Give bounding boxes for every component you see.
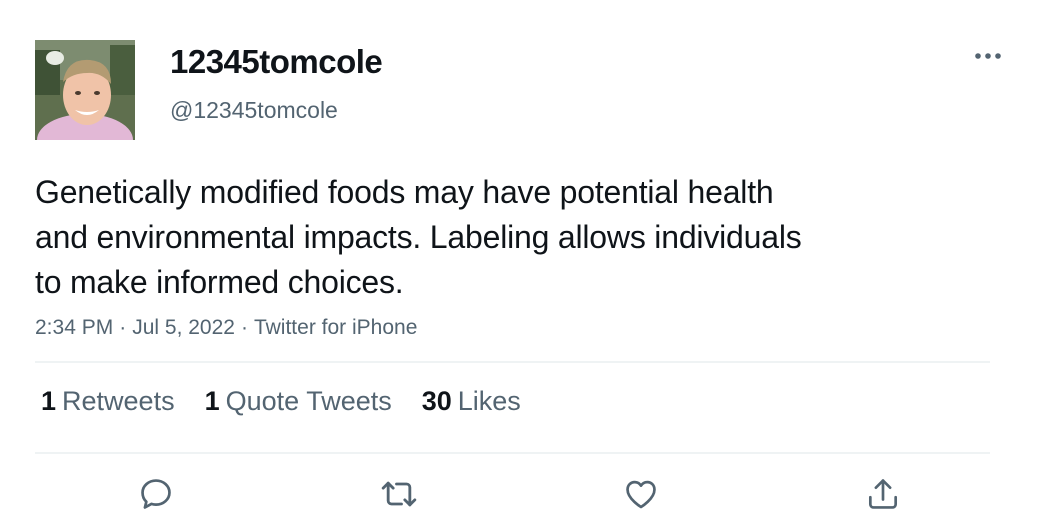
divider — [35, 361, 990, 363]
avatar-image — [35, 40, 135, 140]
tweet-text-line: and environmental impacts. Labeling allo… — [35, 219, 802, 255]
avatar[interactable] — [35, 40, 135, 140]
tweet-text: Genetically modified foods may have pote… — [35, 170, 935, 305]
retweets-stat[interactable]: 1 Retweets — [41, 386, 175, 417]
quote-tweets-label: Quote Tweets — [225, 386, 392, 416]
retweets-count: 1 — [41, 386, 57, 416]
like-icon — [626, 480, 656, 509]
likes-count: 30 — [421, 386, 452, 416]
display-name[interactable]: 12345tomcole — [170, 43, 383, 81]
meta-separator: · — [119, 316, 127, 339]
retweet-button[interactable] — [377, 472, 421, 516]
share-icon — [868, 479, 898, 509]
tweet-text-line: Genetically modified foods may have pote… — [35, 174, 774, 210]
tweet-date[interactable]: Jul 5, 2022 — [132, 316, 235, 339]
user-handle[interactable]: @12345tomcole — [170, 97, 338, 124]
more-options-button[interactable] — [970, 42, 1006, 70]
tweet-time[interactable]: 2:34 PM — [35, 316, 113, 339]
retweet-icon — [381, 481, 417, 507]
more-options-icon — [975, 53, 1001, 59]
reply-button[interactable] — [134, 472, 178, 516]
tweet-stats: 1 Retweets 1 Quote Tweets 30 Likes — [41, 386, 521, 417]
tweet-source[interactable]: Twitter for iPhone — [254, 316, 417, 339]
share-button[interactable] — [861, 472, 905, 516]
quote-tweets-stat[interactable]: 1 Quote Tweets — [205, 386, 392, 417]
tweet-meta: 2:34 PM · Jul 5, 2022 · Twitter for iPhone — [35, 316, 417, 340]
reply-icon — [141, 479, 171, 509]
likes-label: Likes — [457, 386, 521, 416]
divider — [35, 452, 990, 454]
likes-stat[interactable]: 30 Likes — [422, 386, 521, 417]
like-button[interactable] — [619, 472, 663, 516]
retweets-label: Retweets — [62, 386, 175, 416]
quote-tweets-count: 1 — [204, 386, 220, 416]
tweet-text-line: to make informed choices. — [35, 264, 404, 300]
meta-separator: · — [240, 316, 248, 339]
